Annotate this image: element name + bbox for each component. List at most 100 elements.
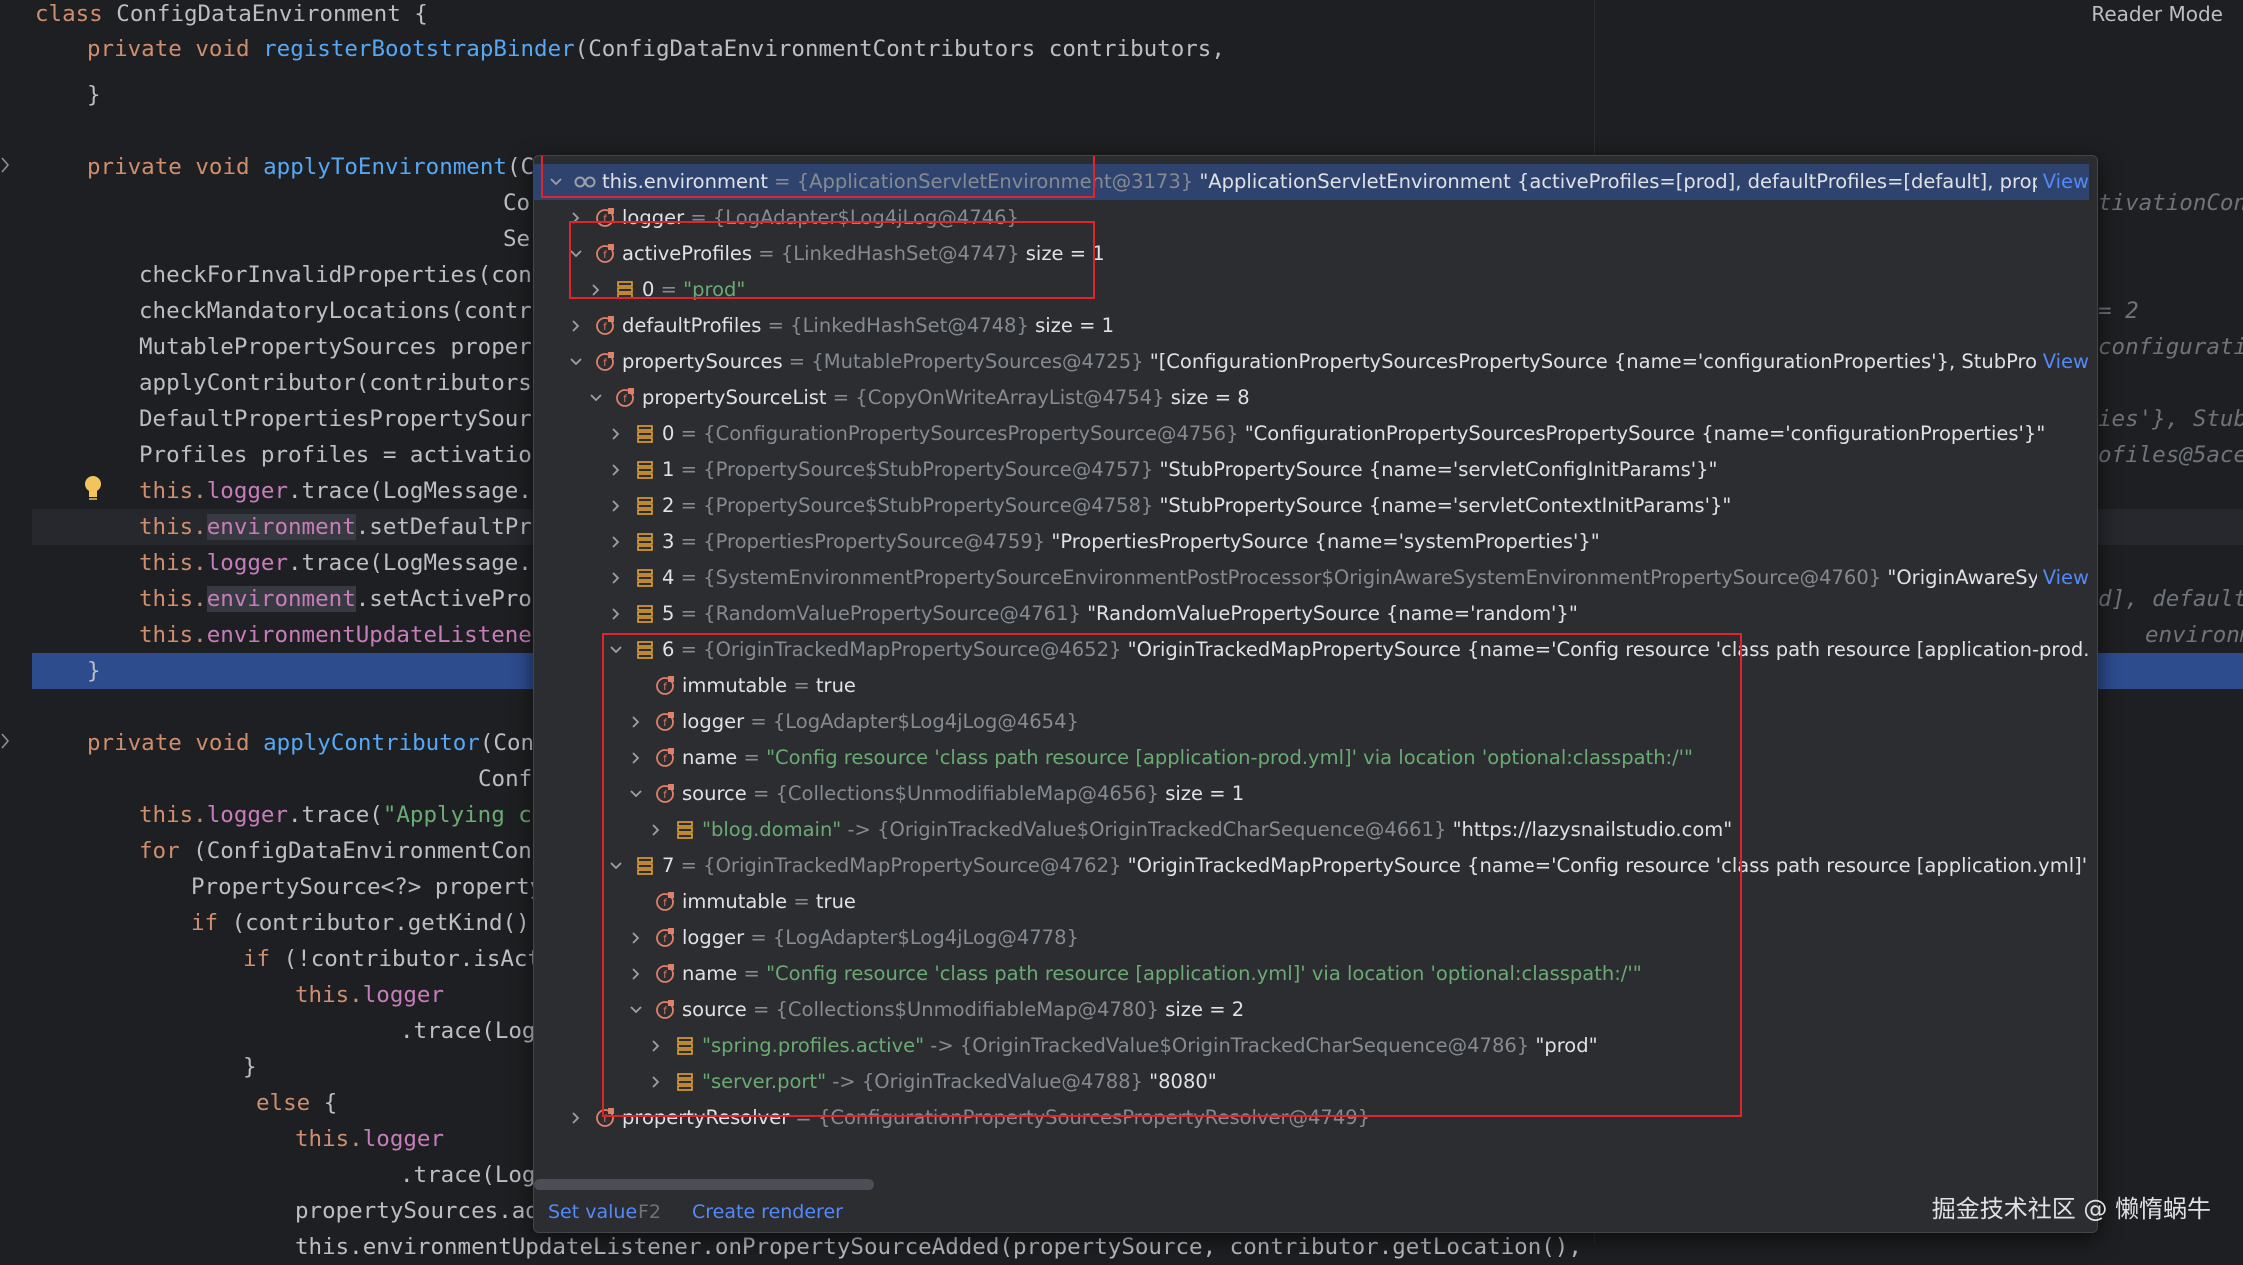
view-link[interactable]: View: [2036, 344, 2089, 380]
code-line: private void registerBootstrapBinder(Con…: [0, 31, 1225, 67]
chevron-right-icon[interactable]: [568, 318, 584, 334]
chevron-right-icon[interactable]: [628, 966, 644, 982]
debug-tree-row[interactable]: 0 = "prod": [534, 272, 2097, 308]
chevron-down-icon[interactable]: [608, 858, 624, 874]
debug-tree-row[interactable]: this.environment = {ApplicationServletEn…: [534, 164, 2097, 200]
debug-tree-row[interactable]: f logger = {LogAdapter$Log4jLog@4746}: [534, 200, 2097, 236]
debug-tree-row[interactable]: 1 = {PropertySource$StubPropertySource@4…: [534, 452, 2097, 488]
debug-tree-row[interactable]: 2 = {PropertySource$StubPropertySource@4…: [534, 488, 2097, 524]
debug-tree-row[interactable]: f name = "Config resource 'class path res…: [534, 956, 2097, 992]
debug-tree-row[interactable]: f immutable = true: [534, 884, 2097, 920]
chevron-right-icon[interactable]: [568, 210, 584, 226]
chevron-right-icon[interactable]: [648, 1038, 664, 1054]
debug-tree-row[interactable]: 5 = {RandomValuePropertySource@4761} "Ra…: [534, 596, 2097, 632]
chevron-right-icon[interactable]: [608, 534, 624, 550]
view-link[interactable]: View: [2036, 560, 2089, 596]
variable-name: name: [682, 746, 738, 769]
code-text: .trace(LogMessage.: [288, 550, 532, 576]
code-text: propertySources.ad: [295, 1198, 539, 1224]
debug-tree-row[interactable]: f propertySourceList = {CopyOnWriteArrayL…: [534, 380, 2097, 416]
debug-row-text: propertySources = {MutablePropertySource…: [622, 344, 2097, 380]
chevron-down-icon[interactable]: [568, 354, 584, 370]
variable-name: logger: [682, 710, 745, 733]
chevron-right-icon[interactable]: [588, 282, 604, 298]
debug-row-text: defaultProfiles = {LinkedHashSet@4748} s…: [622, 308, 1114, 344]
debug-tree-row[interactable]: f source = {Collections$UnmodifiableMap@4…: [534, 992, 2097, 1028]
svg-text:f: f: [603, 214, 607, 225]
set-value-button[interactable]: Set value: [548, 1192, 637, 1232]
chevron-right-icon[interactable]: [648, 822, 664, 838]
array-element-icon: [677, 1037, 693, 1055]
debug-tree-row[interactable]: "blog.domain" -> {OriginTrackedValue$Ori…: [534, 812, 2097, 848]
chevron-right-icon[interactable]: [568, 1110, 584, 1126]
debug-tree-row[interactable]: 0 = {ConfigurationPropertySourcesPropert…: [534, 416, 2097, 452]
debug-tree-row[interactable]: f activeProfiles = {LinkedHashSet@4747} s…: [534, 236, 2097, 272]
chevron-down-icon[interactable]: [628, 786, 644, 802]
debug-row-text: 0 = "prod": [642, 272, 745, 308]
debug-tree-row[interactable]: f immutable = true: [534, 668, 2097, 704]
chevron-right-icon[interactable]: [608, 570, 624, 586]
vertical-scrollbar[interactable]: [2089, 156, 2097, 1232]
debug-variables-popup[interactable]: this.environment = {ApplicationServletEn…: [533, 155, 2098, 1233]
keyword: else: [256, 1090, 311, 1116]
debug-tree-row[interactable]: f source = {Collections$UnmodifiableMap@4…: [534, 776, 2097, 812]
chevron-down-icon[interactable]: [608, 642, 624, 658]
variable-type: {LinkedHashSet@4747}: [780, 242, 1020, 265]
debug-tree-row[interactable]: f name = "Config resource 'class path res…: [534, 740, 2097, 776]
string-value: "Config resource 'class path resource [a…: [766, 746, 1694, 769]
variable-value: "StubPropertySource {name='servletConfig…: [1153, 458, 1718, 481]
reader-mode-toggle[interactable]: Reader Mode: [2091, 2, 2223, 26]
chevron-right-icon[interactable]: [628, 750, 644, 766]
debug-row-text: name = "Config resource 'class path reso…: [682, 956, 1642, 992]
debug-tree-row[interactable]: "server.port" -> {OriginTrackedValue@478…: [534, 1064, 2097, 1100]
debug-tree-row[interactable]: f propertyResolver = {ConfigurationProper…: [534, 1100, 2097, 1136]
chevron-right-icon[interactable]: [628, 930, 644, 946]
debug-row-text: propertyResolver = {ConfigurationPropert…: [622, 1100, 1370, 1136]
chevron-down-icon[interactable]: [548, 174, 564, 190]
horizontal-scrollbar[interactable]: [534, 1179, 874, 1190]
view-link[interactable]: View: [2036, 164, 2089, 200]
chevron-right-icon[interactable]: [608, 498, 624, 514]
chevron-right-icon[interactable]: [628, 714, 644, 730]
method-name[interactable]: applyContributor: [263, 730, 480, 756]
debug-tree-row[interactable]: f defaultProfiles = {LinkedHashSet@4748} …: [534, 308, 2097, 344]
code-text: checkMandatoryLocations(contri: [139, 298, 546, 324]
code-line: this.logger: [0, 977, 444, 1013]
code-text: .setDefaultPro: [355, 514, 546, 540]
debug-tree-row[interactable]: f propertySources = {MutablePropertySourc…: [534, 344, 2097, 380]
operator: =: [746, 782, 776, 805]
operator: =: [787, 674, 816, 697]
lightbulb-icon[interactable]: [82, 474, 104, 502]
field-icon: f: [596, 208, 614, 227]
chevron-down-icon[interactable]: [588, 390, 604, 406]
debug-tree-row[interactable]: f logger = {LogAdapter$Log4jLog@4654}: [534, 704, 2097, 740]
variable-type: {RandomValuePropertySource@4761}: [703, 602, 1081, 625]
method-name[interactable]: applyToEnvironment: [263, 154, 507, 180]
inline-debug-value: ies'}, Stub: [2098, 406, 2243, 432]
method-name[interactable]: registerBootstrapBinder: [263, 36, 575, 62]
debug-tree-row[interactable]: f logger = {LogAdapter$Log4jLog@4778}: [534, 920, 2097, 956]
code-line: for (ConfigDataEnvironmentCont: [0, 833, 545, 869]
variable-type: {ConfigurationPropertySourcesPropertySou…: [703, 422, 1239, 445]
variable-type: {LogAdapter$Log4jLog@4778}: [772, 926, 1079, 949]
array-element-icon: [637, 533, 653, 551]
variable-type: {SystemEnvironmentPropertySourceEnvironm…: [703, 566, 1882, 589]
chevron-down-icon[interactable]: [628, 1002, 644, 1018]
debug-tree-row[interactable]: 4 = {SystemEnvironmentPropertySourceEnvi…: [534, 560, 2097, 596]
shortcut-hint: F2: [638, 1201, 662, 1223]
chevron-right-icon[interactable]: [608, 462, 624, 478]
chevron-right-icon[interactable]: [608, 606, 624, 622]
code-text: (contributor.getKind(): [218, 910, 530, 936]
keyword: this.: [139, 586, 207, 612]
chevron-down-icon[interactable]: [568, 246, 584, 262]
debug-tree-row[interactable]: 6 = {OriginTrackedMapPropertySource@4652…: [534, 632, 2097, 668]
debug-tree-row[interactable]: 7 = {OriginTrackedMapPropertySource@4762…: [534, 848, 2097, 884]
create-renderer-button[interactable]: Create renderer: [692, 1192, 843, 1232]
debug-tree-row[interactable]: 3 = {PropertiesPropertySource@4759} "Pro…: [534, 524, 2097, 560]
debug-tree-row[interactable]: "spring.profiles.active" -> {OriginTrack…: [534, 1028, 2097, 1064]
chevron-right-icon[interactable]: [608, 426, 624, 442]
field-icon: f: [656, 928, 674, 947]
field-icon: f: [656, 784, 674, 803]
chevron-right-icon[interactable]: [648, 1074, 664, 1090]
debug-row-text: source = {Collections$UnmodifiableMap@47…: [682, 992, 1244, 1028]
